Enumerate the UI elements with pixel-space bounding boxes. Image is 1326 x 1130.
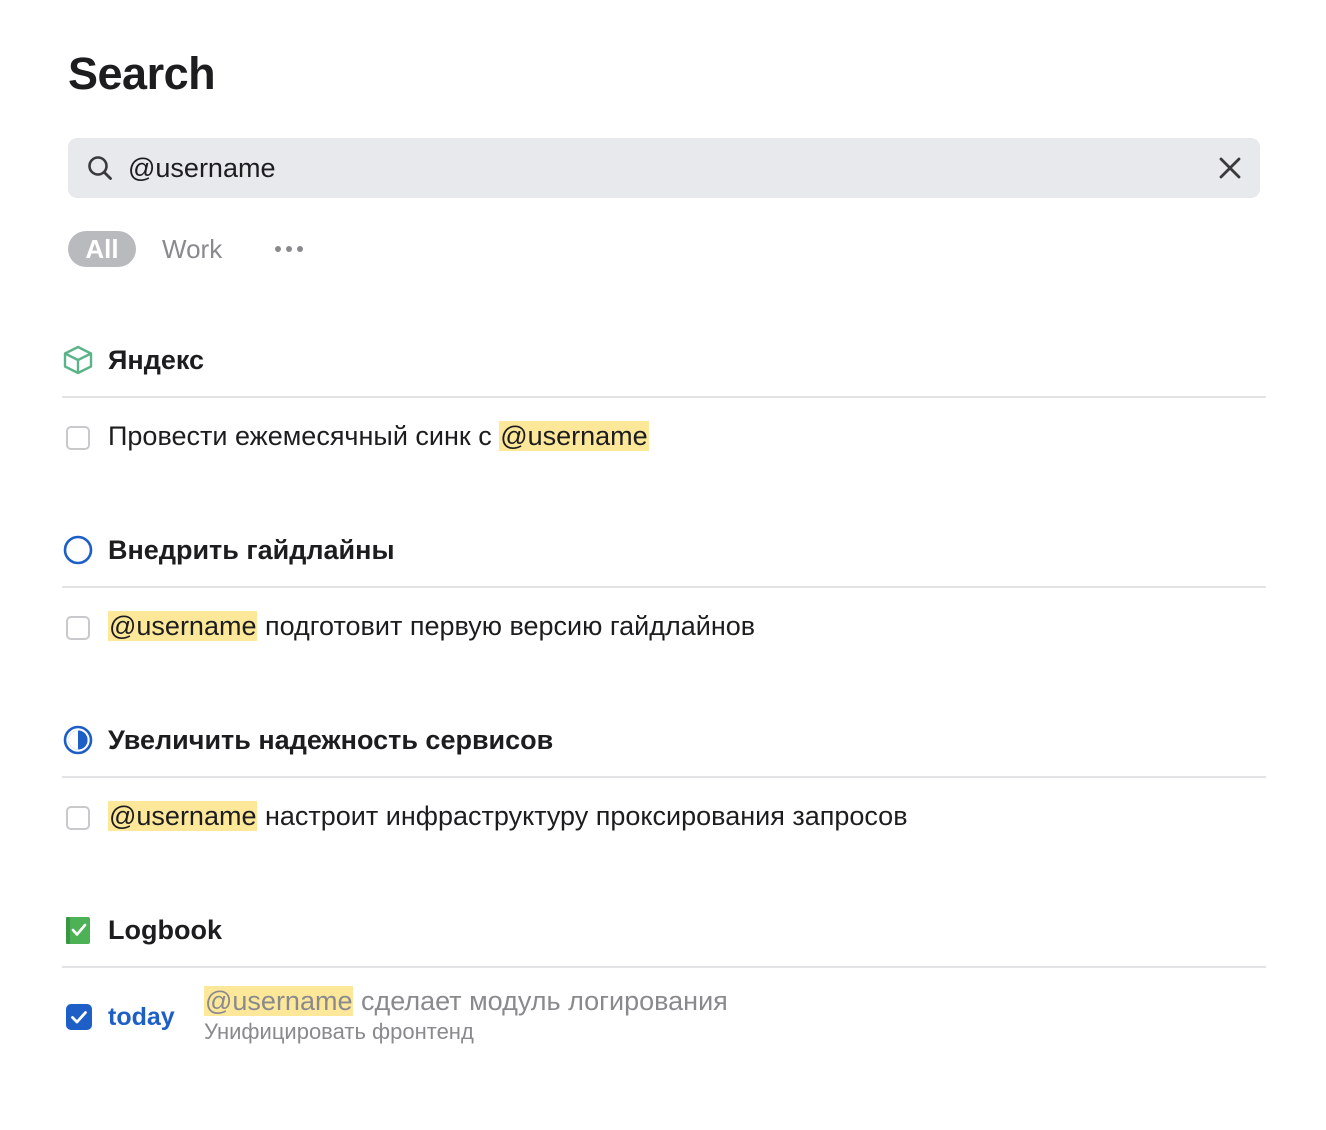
task-title: @username настроит инфраструктуру прокси… (108, 798, 908, 834)
search-match-highlight: @username (108, 611, 258, 641)
section-header-reliability[interactable]: Увеличить надежность сервисов (62, 724, 1266, 778)
task-checkbox[interactable] (66, 426, 90, 450)
checkmark-icon (71, 1011, 87, 1024)
task-project-name: Унифицировать фронтенд (204, 1019, 474, 1044)
filter-work[interactable]: Work (162, 231, 222, 267)
search-icon (88, 156, 112, 180)
task-text-after: сделает модуль логирования (353, 986, 728, 1016)
task-title: @username сделает модуль логирования (204, 984, 728, 1018)
search-input[interactable] (128, 138, 1188, 198)
task-text-after: настроит инфраструктуру проксирования за… (257, 801, 908, 831)
task-title: Провести ежемесячный синк с @username (108, 418, 649, 454)
task-text-after: подготовит первую версию гайдлайнов (257, 611, 756, 641)
search-match-highlight: @username (108, 801, 258, 831)
section-header-logbook[interactable]: Logbook (62, 914, 1266, 968)
search-match-highlight: @username (204, 986, 354, 1016)
task-row[interactable]: Провести ежемесячный синк с @username (66, 418, 1266, 458)
task-text-before: Провести ежемесячный синк с (108, 421, 500, 451)
logbook-icon (66, 917, 90, 944)
task-row[interactable]: @username подготовит первую версию гайдл… (66, 608, 1266, 648)
project-half-circle-icon (63, 725, 93, 755)
section-title: Внедрить гайдлайны (108, 535, 395, 565)
project-circle-icon (63, 535, 93, 565)
ellipsis-icon[interactable] (274, 243, 304, 255)
task-row[interactable]: @username настроит инфраструктуру прокси… (66, 798, 1266, 838)
area-box-icon (63, 345, 93, 375)
search-match-highlight: @username (499, 421, 649, 451)
section-title: Увеличить надежность сервисов (108, 725, 554, 755)
page-title: Search (68, 48, 216, 99)
search-bar[interactable] (68, 138, 1260, 198)
filter-all[interactable]: All (68, 231, 136, 267)
section-header-guidelines[interactable]: Внедрить гайдлайны (62, 534, 1266, 588)
section-title: Яндекс (108, 345, 205, 375)
clear-search-icon[interactable] (1216, 154, 1244, 182)
task-checkbox-checked[interactable] (66, 1004, 92, 1030)
section-title: Logbook (108, 915, 222, 945)
task-checkbox[interactable] (66, 616, 90, 640)
section-header-yandex[interactable]: Яндекс (62, 344, 1266, 398)
task-checkbox[interactable] (66, 806, 90, 830)
task-title: @username подготовит первую версию гайдл… (108, 608, 755, 644)
completion-date: today (108, 1003, 175, 1031)
task-row-completed[interactable]: today @username сделает модуль логирован… (66, 986, 1266, 1044)
